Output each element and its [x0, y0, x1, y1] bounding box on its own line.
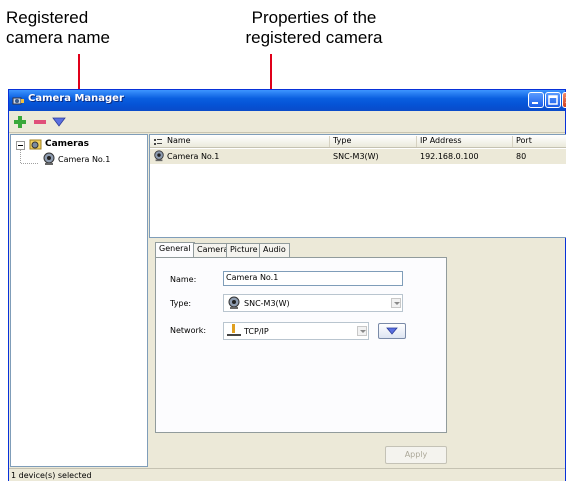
status-text: 1 device(s) selected — [11, 471, 92, 480]
type-select-value: SNC-M3(W) — [244, 299, 290, 308]
cameras-folder-icon — [29, 139, 42, 150]
camera-row-icon — [154, 150, 164, 162]
network-select-value: TCP/IP — [244, 327, 269, 336]
triangle-down-icon — [386, 327, 398, 335]
callout-left-line2: camera name — [6, 28, 110, 47]
column-header-ip-address[interactable]: IP Address — [416, 136, 462, 147]
network-settings-button[interactable] — [378, 323, 406, 339]
remove-icon[interactable] — [33, 116, 47, 128]
toolbar — [9, 111, 565, 133]
callout-camera-properties: Properties of the registered camera — [214, 8, 414, 48]
table-row[interactable]: Camera No.1 SNC-M3(W) 192.168.0.100 80 — [150, 149, 566, 164]
network-icon — [227, 324, 241, 336]
type-label: Type: — [170, 299, 192, 308]
tree-item-label: Camera No.1 — [58, 155, 111, 164]
camera-manager-window: Camera Manager Cameras Camera No.1 Name … — [8, 89, 566, 481]
minimize-button[interactable] — [528, 92, 544, 108]
maximize-icon — [548, 95, 558, 105]
cell-port: 80 — [516, 152, 527, 161]
callout-right-line2: registered camera — [245, 28, 383, 47]
window-title: Camera Manager — [28, 93, 124, 104]
callout-right-line1: Properties of the — [251, 8, 377, 27]
network-label: Network: — [170, 326, 207, 335]
cell-type: SNC-M3(W) — [333, 152, 379, 161]
cell-name: Camera No.1 — [167, 152, 220, 161]
maximize-button[interactable] — [545, 92, 561, 108]
column-header-type[interactable]: Type — [329, 136, 351, 147]
minimize-icon — [532, 102, 538, 104]
close-button[interactable] — [562, 92, 566, 108]
general-panel: Name: Camera No.1 Type: SNC-M3(W) Networ… — [155, 257, 447, 433]
tree-collapse-toggle[interactable] — [16, 141, 25, 150]
cell-ip-address: 192.168.0.100 — [420, 152, 479, 161]
callout-left-line1: Registered — [6, 8, 89, 27]
column-header-port[interactable]: Port — [512, 136, 532, 147]
camera-icon — [43, 152, 55, 165]
title-bar[interactable]: Camera Manager — [9, 90, 566, 111]
chevron-down-icon[interactable] — [357, 326, 367, 336]
camera-manager-app-icon — [12, 97, 24, 105]
type-select[interactable]: SNC-M3(W) — [223, 294, 403, 312]
tab-picture[interactable]: Picture — [226, 243, 262, 258]
chevron-down-icon[interactable] — [391, 298, 401, 308]
tree-root-label: Cameras — [45, 139, 90, 149]
camera-tree: Cameras Camera No.1 — [10, 134, 148, 467]
name-label: Name: — [170, 275, 197, 284]
list-header: Name Type IP Address Port — [150, 135, 566, 148]
name-field[interactable]: Camera No.1 — [223, 271, 403, 286]
filter-icon[interactable] — [52, 116, 66, 128]
network-select[interactable]: TCP/IP — [223, 322, 369, 340]
callout-registered-camera-name: Registered camera name — [6, 8, 156, 48]
apply-button[interactable]: Apply — [385, 446, 447, 464]
sort-icon — [154, 139, 162, 145]
camera-list: Name Type IP Address Port Camera No.1 SN… — [149, 134, 566, 238]
tab-audio[interactable]: Audio — [259, 243, 290, 258]
status-bar: 1 device(s) selected — [9, 468, 565, 481]
column-header-name[interactable]: Name — [164, 136, 191, 147]
camera-type-icon — [228, 296, 240, 309]
add-icon[interactable] — [13, 116, 27, 128]
